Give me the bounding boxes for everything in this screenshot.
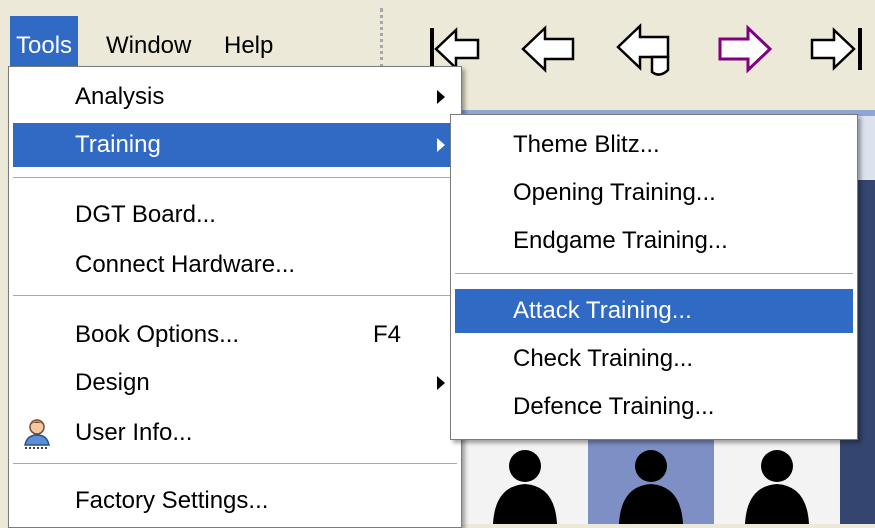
window-left-edge: [0, 70, 8, 524]
navigation-toolbar: [390, 0, 875, 110]
menu-item-factory-settings[interactable]: Factory Settings...: [13, 479, 457, 523]
menu-item-label: Check Training...: [513, 345, 694, 372]
menu-item-label: Factory Settings...: [75, 487, 269, 514]
menu-item-user-info[interactable]: User Info...: [13, 411, 457, 455]
menu-item-label: Design: [75, 369, 150, 396]
menu-item-label: DGT Board...: [75, 201, 216, 228]
menu-separator: [455, 273, 853, 275]
menu-item-attack-training[interactable]: Attack Training...: [455, 289, 853, 333]
menu-item-check-training[interactable]: Check Training...: [455, 337, 853, 381]
menu-item-label: Theme Blitz...: [513, 131, 660, 158]
player-slot[interactable]: [462, 440, 588, 524]
menu-item-label: Connect Hardware...: [75, 251, 296, 278]
menu-item-label: Attack Training...: [513, 297, 692, 324]
menu-item-opening-training[interactable]: Opening Training...: [455, 171, 853, 215]
player-silhouette-icon: [493, 450, 557, 524]
tools-menu: Analysis Training DGT Board... Connect H…: [8, 66, 462, 528]
menu-item-training[interactable]: Training: [13, 123, 457, 167]
player-slot[interactable]: [714, 440, 840, 524]
menu-item-label: Defence Training...: [513, 393, 715, 420]
player-slot[interactable]: [588, 440, 714, 524]
menubar: Tools Window Help: [0, 0, 380, 70]
menu-item-defence-training[interactable]: Defence Training...: [455, 385, 853, 429]
back-button[interactable]: [515, 14, 585, 84]
skip-to-end-button[interactable]: [802, 14, 872, 84]
submenu-arrow-icon: [437, 90, 445, 104]
menubar-tools[interactable]: Tools: [10, 16, 79, 66]
player-silhouette-icon: [619, 450, 683, 524]
menubar-window[interactable]: Window: [100, 16, 197, 66]
menu-item-label: User Info...: [75, 419, 193, 446]
menu-item-design[interactable]: Design: [13, 361, 457, 405]
player-silhouette-icon: [745, 450, 809, 524]
menu-item-label: Training: [75, 131, 161, 158]
menu-item-book-options[interactable]: Book Options... F4: [13, 313, 457, 357]
menubar-help[interactable]: Help: [218, 16, 279, 66]
player-slots: [462, 440, 840, 524]
menu-separator: [13, 463, 457, 465]
menu-item-connect-hardware[interactable]: Connect Hardware...: [13, 243, 457, 287]
menu-shortcut: F4: [373, 321, 402, 348]
menu-separator: [13, 295, 457, 297]
menu-item-theme-blitz[interactable]: Theme Blitz...: [455, 123, 853, 167]
submenu-arrow-icon: [437, 138, 445, 152]
back-arrow-icon: [521, 25, 575, 73]
menu-item-endgame-training[interactable]: Endgame Training...: [455, 219, 853, 263]
forward-button[interactable]: [708, 14, 778, 84]
menu-item-analysis[interactable]: Analysis: [13, 75, 457, 119]
take-back-button[interactable]: [612, 14, 682, 84]
forward-arrow-icon: [718, 24, 773, 74]
user-icon: [21, 417, 53, 449]
submenu-arrow-icon: [437, 376, 445, 390]
menu-item-label: Opening Training...: [513, 179, 716, 206]
take-back-arrow-icon: [616, 23, 670, 76]
menu-separator: [13, 177, 457, 179]
menu-item-label: Endgame Training...: [513, 227, 728, 254]
menu-item-dgt-board[interactable]: DGT Board...: [13, 193, 457, 237]
menu-item-label: Book Options...: [75, 321, 240, 348]
menu-item-label: Analysis: [75, 83, 165, 110]
toolbar-separator: [380, 8, 383, 68]
training-submenu: Theme Blitz... Opening Training... Endga…: [450, 114, 858, 440]
skip-to-end-icon: [810, 27, 862, 71]
